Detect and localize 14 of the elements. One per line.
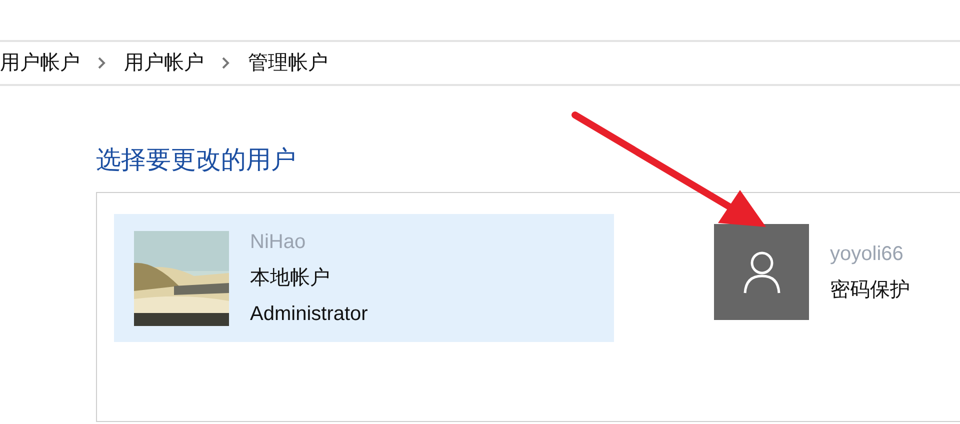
user-avatar-icon — [714, 224, 809, 320]
account-name: NiHao — [250, 230, 307, 255]
chevron-icon — [98, 57, 106, 69]
account-detail: Administrator — [250, 302, 368, 327]
breadcrumb-item[interactable]: 用户帐户 — [124, 48, 204, 78]
breadcrumb-item[interactable]: 用户帐户 — [0, 48, 80, 78]
account-name: yoyoli66 — [830, 242, 904, 267]
account-tile[interactable]: yoyoli66 密码保护 — [714, 208, 954, 336]
breadcrumb-item[interactable]: 管理帐户 — [248, 48, 328, 78]
account-detail: 本地帐户 — [250, 266, 331, 291]
account-tile[interactable]: NiHao 本地帐户 Administrator — [114, 214, 614, 342]
account-detail: 密码保护 — [830, 278, 910, 303]
page-heading: 选择要更改的用户 — [96, 145, 297, 176]
chevron-icon — [222, 57, 230, 69]
